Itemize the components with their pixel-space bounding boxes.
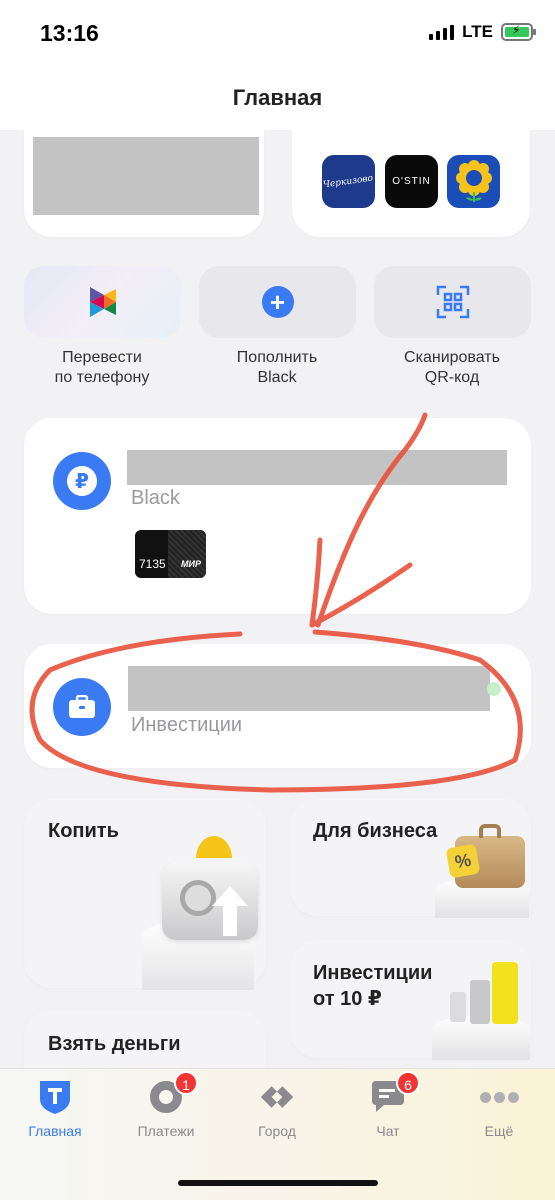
main-content: Черкизово O'STIN + Перевести по телефону… [0,130,555,1068]
home-shield-icon [37,1079,73,1115]
status-bar: 13:16 LTE [0,0,555,66]
qr-scan-icon [436,285,469,319]
battery-icon [501,23,536,41]
payments-badge: 1 [174,1071,198,1095]
briefcase-icon [53,678,111,736]
city-icon [259,1079,295,1115]
scan-qr-button[interactable] [374,266,531,338]
tab-chat[interactable]: 6 Чат [338,1071,438,1139]
sunflower-icon [455,159,492,202]
account-black-card[interactable]: ₽ Black 7135 МИР [24,418,531,614]
partner-name: O'STIN [392,176,431,187]
save-tile[interactable]: Копить [24,798,266,990]
top-up-label: Пополнить Black [236,349,318,386]
partner-logo-ostin[interactable]: O'STIN [385,155,438,208]
redacted-block [33,137,259,215]
plus-icon: + [261,286,294,318]
tab-city[interactable]: Город [227,1079,327,1139]
chat-icon: 6 [370,1071,420,1115]
partner-name: Черкизово [322,173,375,190]
transfer-label: Перевести по телефону [54,349,150,386]
account-subtitle: Инвестиции [131,714,243,736]
card-pattern [168,530,206,578]
business-tile[interactable]: Для бизнеса % [290,798,531,918]
chat-badge: 6 [396,1071,420,1095]
sbp-icon [89,287,116,317]
network-type: LTE [462,22,493,41]
payments-icon: 1 [148,1071,198,1115]
tab-home[interactable]: Главная [5,1079,105,1139]
card-thumbnail[interactable]: 7135 МИР [135,530,206,578]
top-left-card[interactable] [24,130,264,237]
home-indicator [178,1180,378,1186]
status-indicators: LTE [429,22,536,42]
more-dots-icon [479,1079,519,1115]
tab-label: Ещё [484,1123,514,1139]
bar-chart-icon [450,992,466,1022]
bar-chart-icon [492,962,518,1024]
investments-tile[interactable]: Инвестиции от 10 ₽ [290,940,531,1060]
coin-icon [196,836,232,858]
tab-payments[interactable]: 1 Платежи [116,1071,216,1139]
card-brand: МИР [181,559,201,569]
transfer-by-phone-button[interactable] [24,266,181,338]
status-time: 13:16 [40,20,99,46]
signal-icon [429,24,455,40]
safe-icon [162,862,258,940]
account-investments-card[interactable]: Инвестиции [24,644,531,768]
card-number: 7135 [139,557,166,571]
percent-badge-icon: % [445,843,481,879]
borrow-tile[interactable]: Взять деньги [24,1010,266,1068]
tile-title: Взять деньги [48,1033,181,1055]
partner-logo-sunflower[interactable] [447,155,500,208]
top-up-button[interactable]: + [199,266,356,338]
redacted-balance [127,450,507,485]
partner-logo-cherkizovo[interactable]: Черкизово [322,155,375,208]
account-subtitle: Black [131,487,180,509]
scan-qr-label: Сканировать QR-код [404,349,500,386]
partners-card[interactable]: Черкизово O'STIN [292,130,530,237]
tab-label: Платежи [137,1123,195,1139]
ruble-icon: ₽ [53,452,111,510]
tab-more[interactable]: Ещё [449,1079,549,1139]
tab-label: Главная [28,1123,82,1139]
redacted-balance [128,666,490,711]
nav-header: Главная [0,66,555,130]
tile-title: Для бизнеса [313,820,438,842]
bar-chart-icon [470,980,490,1024]
tile-title: Инвестиции от 10 ₽ [313,962,433,1010]
tile-title: Копить [48,820,119,842]
page-title: Главная [232,85,323,110]
tab-label: Чат [376,1123,400,1139]
tab-label: Город [258,1123,296,1139]
status-dot-icon [487,682,501,696]
